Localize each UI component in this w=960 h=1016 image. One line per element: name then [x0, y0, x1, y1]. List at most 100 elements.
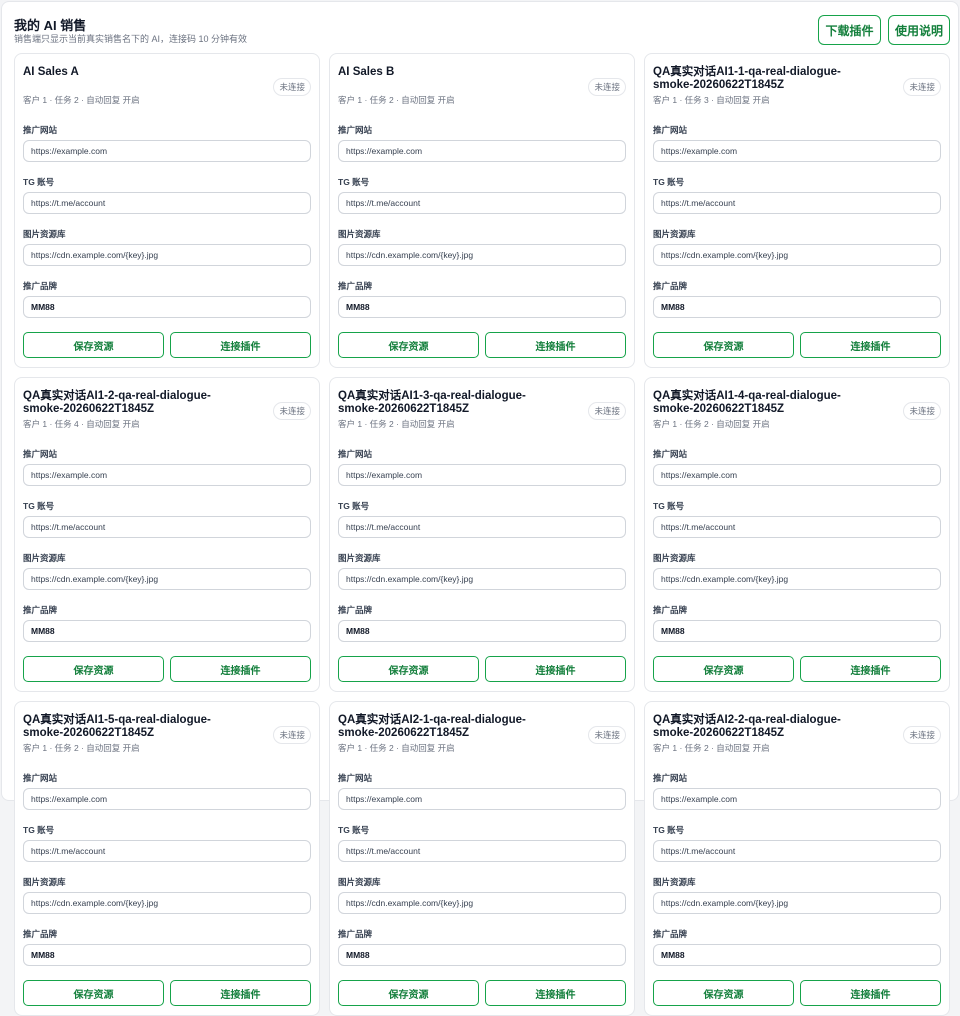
brand-label: 推广品牌	[338, 929, 373, 939]
card-meta: 客户 1 · 任务 2 · 自动回复 开启	[653, 743, 770, 753]
ai-sales-card: QA真实对话AI1-1-qa-real-dialogue-smoke-20260…	[644, 53, 950, 368]
brand-input[interactable]: MM88	[338, 944, 626, 966]
image-repo-input[interactable]: https://cdn.example.com/{key}.jpg	[338, 244, 626, 266]
image-repo-input[interactable]: https://cdn.example.com/{key}.jpg	[338, 568, 626, 590]
tg-account-input[interactable]: https://t.me/account	[653, 840, 941, 862]
tg-account-label: TG 账号	[23, 825, 55, 835]
brand-input[interactable]: MM88	[338, 620, 626, 642]
ai-sales-card: AI Sales B 未连接 客户 1 · 任务 2 · 自动回复 开启 推广网…	[329, 53, 635, 368]
image-repo-input[interactable]: https://cdn.example.com/{key}.jpg	[653, 568, 941, 590]
promo-site-input[interactable]: https://example.com	[338, 140, 626, 162]
ai-sales-card: AI Sales A 未连接 客户 1 · 任务 2 · 自动回复 开启 推广网…	[14, 53, 320, 368]
status-badge: 未连接	[588, 78, 626, 96]
tg-account-input[interactable]: https://t.me/account	[653, 192, 941, 214]
image-repo-label: 图片资源库	[338, 553, 381, 563]
connect-plugin-button[interactable]: 连接插件	[170, 980, 311, 1006]
card-title: QA真实对话AI2-1-qa-real-dialogue-smoke-20260…	[338, 714, 526, 739]
ai-sales-card: QA真实对话AI2-2-qa-real-dialogue-smoke-20260…	[644, 701, 950, 1016]
card-title: QA真实对话AI1-1-qa-real-dialogue-smoke-20260…	[653, 66, 841, 91]
image-repo-label: 图片资源库	[653, 877, 696, 887]
promo-site-input[interactable]: https://example.com	[653, 788, 941, 810]
brand-label: 推广品牌	[653, 605, 688, 615]
tg-account-input[interactable]: https://t.me/account	[338, 192, 626, 214]
brand-input[interactable]: MM88	[23, 620, 311, 642]
connect-plugin-button[interactable]: 连接插件	[170, 656, 311, 682]
save-resources-button[interactable]: 保存资源	[338, 980, 479, 1006]
brand-input[interactable]: MM88	[338, 296, 626, 318]
card-meta: 客户 1 · 任务 2 · 自动回复 开启	[338, 419, 455, 429]
card-meta: 客户 1 · 任务 2 · 自动回复 开启	[338, 743, 455, 753]
status-badge: 未连接	[588, 726, 626, 744]
promo-site-input[interactable]: https://example.com	[653, 464, 941, 486]
tg-account-label: TG 账号	[338, 177, 370, 187]
promo-site-label: 推广网站	[653, 449, 688, 459]
connect-plugin-button[interactable]: 连接插件	[485, 656, 626, 682]
ai-sales-card: QA真实对话AI1-2-qa-real-dialogue-smoke-20260…	[14, 377, 320, 692]
promo-site-input[interactable]: https://example.com	[23, 788, 311, 810]
image-repo-label: 图片资源库	[23, 877, 66, 887]
status-badge: 未连接	[903, 726, 941, 744]
connect-plugin-button[interactable]: 连接插件	[800, 332, 941, 358]
brand-label: 推广品牌	[23, 929, 58, 939]
card-meta: 客户 1 · 任务 3 · 自动回复 开启	[653, 95, 770, 105]
promo-site-input[interactable]: https://example.com	[338, 788, 626, 810]
tg-account-label: TG 账号	[653, 501, 685, 511]
save-resources-button[interactable]: 保存资源	[23, 332, 164, 358]
connect-plugin-button[interactable]: 连接插件	[170, 332, 311, 358]
tg-account-label: TG 账号	[23, 501, 55, 511]
card-meta: 客户 1 · 任务 2 · 自动回复 开启	[23, 743, 140, 753]
image-repo-label: 图片资源库	[653, 229, 696, 239]
ai-sales-grid: AI Sales A 未连接 客户 1 · 任务 2 · 自动回复 开启 推广网…	[14, 53, 950, 1016]
image-repo-input[interactable]: https://cdn.example.com/{key}.jpg	[338, 892, 626, 914]
brand-label: 推广品牌	[23, 605, 58, 615]
brand-input[interactable]: MM88	[653, 620, 941, 642]
image-repo-input[interactable]: https://cdn.example.com/{key}.jpg	[653, 244, 941, 266]
connect-plugin-button[interactable]: 连接插件	[800, 656, 941, 682]
image-repo-input[interactable]: https://cdn.example.com/{key}.jpg	[23, 892, 311, 914]
tg-account-input[interactable]: https://t.me/account	[23, 840, 311, 862]
help-button[interactable]: 使用说明	[888, 15, 950, 45]
save-resources-button[interactable]: 保存资源	[653, 980, 794, 1006]
download-plugin-button[interactable]: 下载插件	[818, 15, 881, 45]
card-title: QA真实对话AI2-2-qa-real-dialogue-smoke-20260…	[653, 714, 841, 739]
save-resources-button[interactable]: 保存资源	[338, 656, 479, 682]
promo-site-label: 推广网站	[338, 449, 373, 459]
card-title: QA真实对话AI1-2-qa-real-dialogue-smoke-20260…	[23, 390, 211, 415]
connect-plugin-button[interactable]: 连接插件	[485, 332, 626, 358]
card-meta: 客户 1 · 任务 2 · 自动回复 开启	[23, 95, 140, 105]
brand-input[interactable]: MM88	[23, 944, 311, 966]
promo-site-input[interactable]: https://example.com	[338, 464, 626, 486]
card-title: QA真实对话AI1-5-qa-real-dialogue-smoke-20260…	[23, 714, 211, 739]
ai-sales-card: QA真实对话AI1-3-qa-real-dialogue-smoke-20260…	[329, 377, 635, 692]
brand-input[interactable]: MM88	[653, 944, 941, 966]
promo-site-input[interactable]: https://example.com	[653, 140, 941, 162]
save-resources-button[interactable]: 保存资源	[653, 332, 794, 358]
status-badge: 未连接	[903, 78, 941, 96]
connect-plugin-button[interactable]: 连接插件	[800, 980, 941, 1006]
save-resources-button[interactable]: 保存资源	[653, 656, 794, 682]
promo-site-label: 推广网站	[653, 773, 688, 783]
tg-account-input[interactable]: https://t.me/account	[338, 840, 626, 862]
promo-site-input[interactable]: https://example.com	[23, 464, 311, 486]
promo-site-input[interactable]: https://example.com	[23, 140, 311, 162]
brand-input[interactable]: MM88	[653, 296, 941, 318]
main-panel: 我的 AI 销售 销售端只显示当前真实销售名下的 AI，连接码 10 分钟有效 …	[1, 1, 959, 1016]
brand-input[interactable]: MM88	[23, 296, 311, 318]
tg-account-input[interactable]: https://t.me/account	[338, 516, 626, 538]
image-repo-input[interactable]: https://cdn.example.com/{key}.jpg	[653, 892, 941, 914]
save-resources-button[interactable]: 保存资源	[338, 332, 479, 358]
tg-account-input[interactable]: https://t.me/account	[653, 516, 941, 538]
save-resources-button[interactable]: 保存资源	[23, 980, 164, 1006]
promo-site-label: 推广网站	[338, 773, 373, 783]
image-repo-input[interactable]: https://cdn.example.com/{key}.jpg	[23, 568, 311, 590]
promo-site-label: 推广网站	[338, 125, 373, 135]
image-repo-label: 图片资源库	[23, 553, 66, 563]
card-meta: 客户 1 · 任务 4 · 自动回复 开启	[23, 419, 140, 429]
save-resources-button[interactable]: 保存资源	[23, 656, 164, 682]
ai-sales-card: QA真实对话AI1-4-qa-real-dialogue-smoke-20260…	[644, 377, 950, 692]
connect-plugin-button[interactable]: 连接插件	[485, 980, 626, 1006]
tg-account-input[interactable]: https://t.me/account	[23, 192, 311, 214]
image-repo-label: 图片资源库	[338, 229, 381, 239]
tg-account-input[interactable]: https://t.me/account	[23, 516, 311, 538]
image-repo-input[interactable]: https://cdn.example.com/{key}.jpg	[23, 244, 311, 266]
